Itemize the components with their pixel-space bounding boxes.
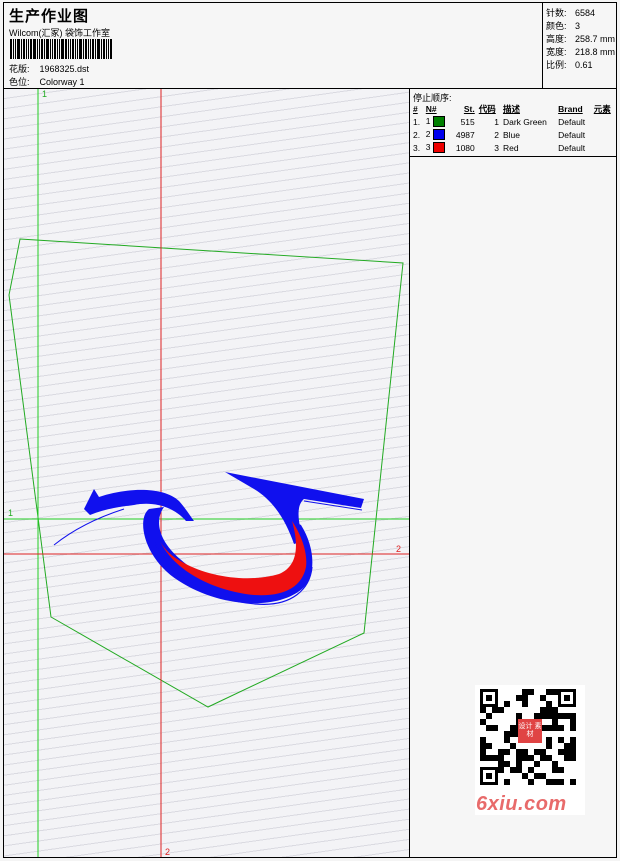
thread-table-header: # N# St. 代码 描述 Brand 元素 [411, 103, 616, 115]
col-code: 代码 [478, 104, 496, 114]
design-canvas[interactable]: 1 1 2 2 [4, 89, 409, 857]
stop-sequence-divider [410, 156, 617, 157]
guide-label-green-top: 1 [42, 89, 47, 99]
stat-scale: 比例: 0.61 [546, 60, 593, 70]
stats-panel: 针数: 6584 颜色: 3 高度: 258.7 mm 宽度: 218.8 mm 比例:… [542, 3, 617, 88]
sheet-title: 生产作业图 [9, 8, 90, 25]
guide-label-red-bottom: 2 [165, 847, 170, 857]
pocket-outline [8, 238, 404, 708]
red-crescent [160, 521, 307, 596]
qr-finder-bl [480, 767, 498, 785]
qr-finder-tl [480, 689, 498, 707]
table-row[interactable]: 2. 2 4987 2 Blue Default [411, 128, 616, 141]
design-svg: 1 1 2 2 [4, 89, 409, 857]
col-elem: 元素 [593, 104, 611, 114]
color-swatch [432, 116, 445, 128]
color-swatch [432, 142, 445, 154]
stat-height: 高度: 258.7 mm [546, 34, 616, 44]
blue-tail-stroke [53, 508, 125, 546]
design-label: 花版: [9, 64, 30, 74]
company-name: Wilcom(汇冢) 袋饰工作室 [9, 28, 110, 38]
colorway-value: Colorway 1 [39, 77, 85, 87]
col-st: St. [463, 104, 475, 114]
guide-label-green-left: 1 [8, 508, 13, 518]
colorway-row: 色位: Colorway 1 [9, 75, 85, 88]
stat-colors: 颜色: 3 [546, 21, 581, 31]
blue-right-arrow [225, 472, 364, 544]
colorway-label: 色位: [9, 77, 30, 87]
stop-sequence-panel: 停止顺序: # N# St. 代码 描述 Brand 元素 1. 1 515 1… [409, 89, 617, 857]
color-swatch [432, 129, 445, 141]
design-file-row: 花版: 1968325.dst [9, 62, 89, 75]
table-row[interactable]: 1. 1 515 1 Dark Green Default [411, 115, 616, 128]
col-brand: Brand [558, 104, 583, 114]
col-hash: # [413, 104, 418, 114]
watermark-logo: 6xiu.com [476, 793, 567, 815]
barcode [10, 39, 144, 59]
col-n: N# [425, 104, 437, 114]
table-row[interactable]: 3. 3 1080 3 Red Default [411, 141, 616, 154]
thread-table: # N# St. 代码 描述 Brand 元素 1. 1 515 1 Dark … [411, 103, 616, 154]
qr-stamp: 设计 素材 [518, 719, 542, 743]
blue-left-arrow [84, 489, 194, 521]
stat-width: 宽度: 218.8 mm [546, 47, 616, 57]
col-desc: 描述 [502, 104, 520, 114]
stat-stitches: 针数: 6584 [546, 8, 596, 18]
qr-finder-tr [558, 689, 576, 707]
production-sheet: 生产作业图 Wilcom(汇冢) 袋饰工作室 花版: 1968325.dst 色… [3, 2, 617, 858]
design-value: 1968325.dst [39, 64, 90, 74]
guide-label-red-right: 2 [396, 544, 401, 554]
